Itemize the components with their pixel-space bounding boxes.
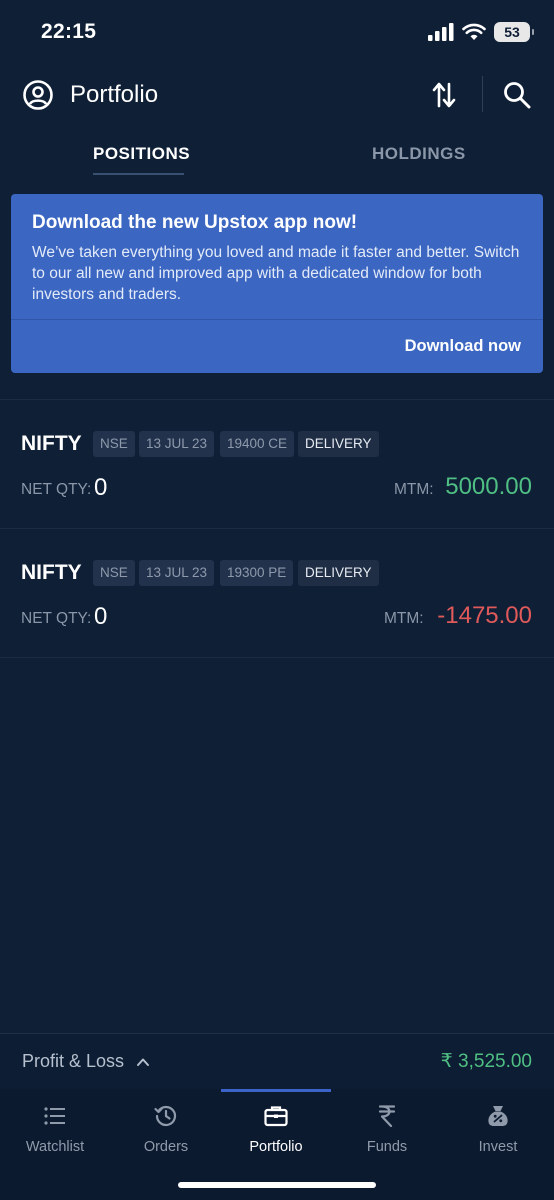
- strike-chip: 19300 PE: [220, 560, 294, 586]
- rupee-icon: [378, 1105, 396, 1128]
- position-symbol: NIFTY: [21, 432, 82, 455]
- history-icon: [154, 1105, 177, 1127]
- exchange-chip: NSE: [93, 560, 135, 586]
- net-qty-label: NET QTY:: [21, 610, 92, 627]
- nav-funds[interactable]: Funds: [332, 1099, 442, 1159]
- tab-positions[interactable]: POSITIONS: [93, 144, 190, 164]
- portfolio-tabs: POSITIONS HOLDINGS: [0, 138, 554, 178]
- position-row[interactable]: NIFTY NSE 13 JUL 23 19300 PE DELIVERY NE…: [0, 529, 554, 658]
- expiry-chip: 13 JUL 23: [139, 431, 215, 457]
- mtm-value: -1475.00: [437, 602, 532, 629]
- nav-label: Funds: [366, 1139, 408, 1155]
- download-app-banner: Download the new Upstox app now! We’ve t…: [11, 194, 543, 373]
- nav-portfolio[interactable]: Portfolio: [221, 1099, 331, 1159]
- product-chip: DELIVERY: [298, 560, 379, 586]
- position-symbol: NIFTY: [21, 561, 82, 584]
- header-divider: [482, 76, 483, 112]
- briefcase-icon: [264, 1106, 288, 1127]
- list-icon: [44, 1107, 65, 1125]
- nav-active-indicator: [221, 1089, 331, 1092]
- banner-divider: [11, 319, 543, 320]
- status-time: 22:15: [41, 20, 97, 43]
- profile-icon[interactable]: [22, 79, 54, 111]
- mtm-label: MTM:: [384, 610, 424, 627]
- chevron-up-icon[interactable]: [135, 1054, 151, 1070]
- status-bar: 22:15 53: [0, 0, 554, 66]
- nav-watchlist[interactable]: Watchlist: [0, 1099, 110, 1159]
- nav-label: Watchlist: [25, 1139, 85, 1155]
- nav-label: Portfolio: [249, 1139, 303, 1155]
- exchange-chip: NSE: [93, 431, 135, 457]
- status-icons: 53: [428, 22, 534, 42]
- home-indicator: [178, 1182, 376, 1188]
- expiry-chip: 13 JUL 23: [139, 560, 215, 586]
- nav-invest[interactable]: Invest: [443, 1099, 553, 1159]
- mtm-label: MTM:: [394, 481, 434, 498]
- nav-label: Invest: [478, 1139, 518, 1155]
- app-header: Portfolio: [0, 70, 554, 120]
- product-chip: DELIVERY: [298, 431, 379, 457]
- banner-title: Download the new Upstox app now!: [32, 212, 358, 233]
- tab-holdings[interactable]: HOLDINGS: [372, 144, 466, 164]
- pnl-label: Profit & Loss: [22, 1051, 125, 1071]
- money-bag-icon: [488, 1106, 508, 1126]
- profit-loss-bar[interactable]: Profit & Loss ₹ 3,525.00: [0, 1033, 554, 1089]
- signal-icon: [428, 23, 454, 41]
- sort-icon[interactable]: [430, 80, 458, 110]
- pnl-value: ₹ 3,525.00: [440, 1051, 532, 1072]
- net-qty-label: NET QTY:: [21, 481, 92, 498]
- net-qty-value: 0: [94, 474, 108, 501]
- strike-chip: 19400 CE: [220, 431, 295, 457]
- battery-icon: 53: [494, 22, 534, 42]
- nav-label: Orders: [143, 1139, 189, 1155]
- nav-orders[interactable]: Orders: [111, 1099, 221, 1159]
- download-now-button[interactable]: Download now: [405, 337, 521, 356]
- position-row[interactable]: NIFTY NSE 13 JUL 23 19400 CE DELIVERY NE…: [0, 400, 554, 529]
- banner-text: We’ve taken everything you loved and mad…: [32, 244, 520, 303]
- net-qty-value: 0: [94, 603, 108, 630]
- active-tab-indicator: [93, 173, 184, 175]
- page-title: Portfolio: [70, 81, 159, 108]
- wifi-icon: [462, 23, 486, 40]
- mtm-value: 5000.00: [445, 473, 532, 500]
- search-icon[interactable]: [502, 80, 532, 110]
